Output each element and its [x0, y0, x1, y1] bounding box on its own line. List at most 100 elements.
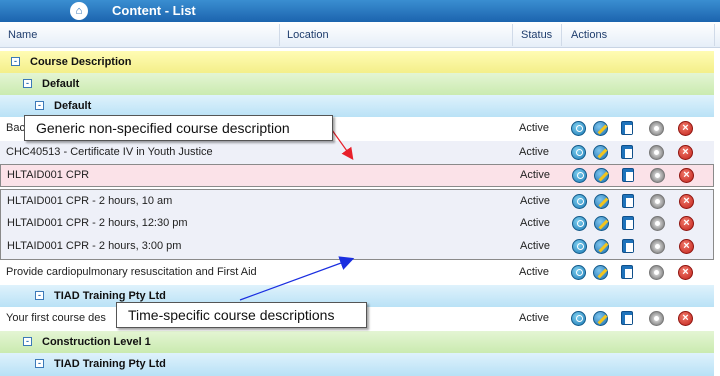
row-actions: × — [571, 311, 701, 327]
settings-icon[interactable] — [649, 121, 664, 136]
collapse-toggle-icon[interactable]: - — [35, 101, 44, 110]
edit-icon[interactable] — [593, 311, 608, 326]
delete-icon[interactable]: × — [679, 239, 694, 254]
delete-icon[interactable]: × — [679, 216, 694, 231]
column-header-actions: Actions — [571, 29, 608, 41]
edit-icon[interactable] — [594, 168, 609, 183]
delete-icon[interactable]: × — [678, 121, 693, 136]
view-icon[interactable] — [572, 168, 587, 183]
group-row-course-description[interactable]: - Course Description — [0, 51, 714, 74]
settings-icon[interactable] — [649, 145, 664, 160]
row-actions: × — [571, 121, 701, 137]
table-row[interactable]: HLTAID001 CPR - 2 hours, 10 am Active × — [0, 189, 714, 212]
table-row[interactable]: HLTAID001 CPR - 2 hours, 3:00 pm Active … — [0, 235, 714, 260]
edit-icon[interactable] — [593, 145, 608, 160]
edit-icon[interactable] — [594, 194, 609, 209]
row-status: Active — [519, 122, 549, 134]
copy-icon[interactable] — [621, 265, 633, 279]
column-divider — [561, 24, 562, 46]
edit-icon[interactable] — [594, 239, 609, 254]
row-actions: × — [571, 145, 701, 161]
window-title-bar: ⌂ Content - List — [0, 0, 720, 22]
column-header-name[interactable]: Name — [8, 29, 37, 41]
view-icon[interactable] — [571, 265, 586, 280]
column-header-row: Name Location Status Actions — [0, 22, 720, 48]
group-label: Construction Level 1 — [42, 336, 151, 348]
row-name: HLTAID001 CPR - 2 hours, 12:30 pm — [7, 217, 188, 229]
copy-icon[interactable] — [621, 121, 633, 135]
copy-icon[interactable] — [622, 194, 634, 208]
view-icon[interactable] — [572, 216, 587, 231]
table-row[interactable]: Provide cardiopulmonary resuscitation an… — [0, 261, 714, 284]
view-icon[interactable] — [572, 239, 587, 254]
home-icon[interactable]: ⌂ — [70, 2, 88, 20]
callout-generic-description: Generic non-specified course description — [24, 115, 333, 141]
collapse-toggle-icon[interactable]: - — [11, 57, 20, 66]
row-status: Active — [520, 169, 550, 181]
copy-icon[interactable] — [621, 145, 633, 159]
row-actions: × — [572, 194, 702, 210]
row-name: HLTAID001 CPR — [7, 169, 90, 181]
view-icon[interactable] — [571, 311, 586, 326]
edit-icon[interactable] — [594, 216, 609, 231]
edit-icon[interactable] — [593, 121, 608, 136]
settings-icon[interactable] — [649, 265, 664, 280]
table-row[interactable]: CHC40513 - Certificate IV in Youth Justi… — [0, 141, 714, 164]
row-actions: × — [572, 216, 702, 232]
row-status: Active — [519, 146, 549, 158]
view-icon[interactable] — [571, 145, 586, 160]
row-status: Active — [519, 312, 549, 324]
row-name: Your first course des — [6, 312, 106, 324]
column-header-status[interactable]: Status — [521, 29, 552, 41]
settings-icon[interactable] — [649, 311, 664, 326]
column-divider — [714, 24, 715, 46]
settings-icon[interactable] — [650, 194, 665, 209]
copy-icon[interactable] — [622, 168, 634, 182]
group-row-default[interactable]: - Default — [0, 73, 714, 96]
group-label: Default — [42, 78, 80, 90]
column-divider — [279, 24, 280, 46]
settings-icon[interactable] — [650, 168, 665, 183]
collapse-toggle-icon[interactable]: - — [35, 359, 44, 368]
row-name: Bac — [6, 122, 25, 134]
settings-icon[interactable] — [650, 239, 665, 254]
group-row-tiad-training-2[interactable]: - TIAD Training Pty Ltd — [0, 353, 714, 376]
row-status: Active — [519, 266, 549, 278]
delete-icon[interactable]: × — [678, 145, 693, 160]
callout-text: Time-specific course descriptions — [128, 307, 335, 323]
view-icon[interactable] — [571, 121, 586, 136]
group-row-construction-level-1[interactable]: - Construction Level 1 — [0, 331, 714, 354]
row-name: Provide cardiopulmonary resuscitation an… — [6, 266, 257, 278]
copy-icon[interactable] — [622, 216, 634, 230]
edit-icon[interactable] — [593, 265, 608, 280]
row-name: CHC40513 - Certificate IV in Youth Justi… — [6, 146, 213, 158]
callout-time-specific-descriptions: Time-specific course descriptions — [116, 302, 367, 328]
callout-text: Generic non-specified course description — [36, 120, 290, 136]
table-row-highlighted[interactable]: HLTAID001 CPR Active × — [0, 164, 714, 187]
row-actions: × — [572, 239, 702, 255]
row-actions: × — [571, 265, 701, 281]
copy-icon[interactable] — [621, 311, 633, 325]
copy-icon[interactable] — [622, 239, 634, 253]
delete-icon[interactable]: × — [679, 194, 694, 209]
delete-icon[interactable]: × — [678, 265, 693, 280]
row-status: Active — [520, 217, 550, 229]
row-name: HLTAID001 CPR - 2 hours, 10 am — [7, 195, 173, 207]
column-divider — [512, 24, 513, 46]
settings-icon[interactable] — [650, 216, 665, 231]
collapse-toggle-icon[interactable]: - — [23, 337, 32, 346]
delete-icon[interactable]: × — [679, 168, 694, 183]
table-row[interactable]: HLTAID001 CPR - 2 hours, 12:30 pm Active… — [0, 212, 714, 235]
group-label: Default — [54, 100, 92, 112]
view-icon[interactable] — [572, 194, 587, 209]
collapse-toggle-icon[interactable]: - — [35, 291, 44, 300]
column-header-location[interactable]: Location — [287, 29, 329, 41]
group-label: TIAD Training Pty Ltd — [54, 358, 166, 370]
collapse-toggle-icon[interactable]: - — [23, 79, 32, 88]
window-title: Content - List — [112, 3, 196, 18]
row-status: Active — [520, 195, 550, 207]
delete-icon[interactable]: × — [678, 311, 693, 326]
row-name: HLTAID001 CPR - 2 hours, 3:00 pm — [7, 240, 182, 252]
group-label: Course Description — [30, 56, 132, 68]
row-status: Active — [520, 240, 550, 252]
